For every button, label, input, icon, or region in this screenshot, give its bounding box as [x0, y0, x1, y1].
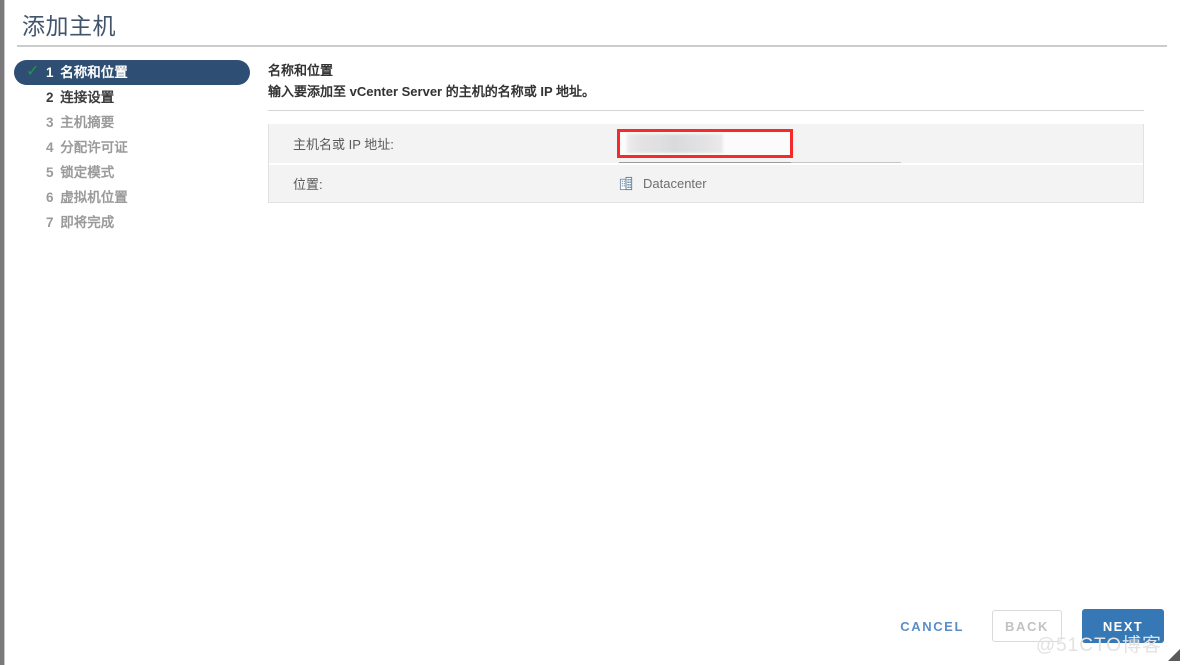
- sidebar-item-vm-location[interactable]: 6 虚拟机位置: [14, 185, 258, 210]
- table-row-location: 位置:: [269, 163, 1143, 202]
- resize-grip-icon[interactable]: [1168, 649, 1180, 661]
- hostname-field-value: [619, 130, 1143, 157]
- hostname-input-wrapper[interactable]: [619, 130, 791, 157]
- step-number: 5: [46, 160, 54, 185]
- header-divider: [17, 45, 1167, 47]
- step-number: 1: [46, 60, 54, 85]
- step-number: 6: [46, 185, 54, 210]
- main-content-pane: 名称和位置 输入要添加至 vCenter Server 的主机的名称或 IP 地…: [268, 62, 1148, 203]
- check-icon: ✓: [26, 64, 42, 80]
- step-label: 主机摘要: [60, 115, 114, 130]
- step-label: 连接设置: [60, 90, 114, 105]
- pane-title: 名称和位置: [268, 62, 1148, 80]
- step-number: 7: [46, 210, 54, 235]
- step-label: 即将完成: [60, 215, 114, 230]
- location-value-text: Datacenter: [643, 176, 707, 191]
- window-left-border: [0, 0, 5, 665]
- pane-divider: [268, 110, 1144, 111]
- add-host-wizard-window: 添加主机 ✓ 1 名称和位置 2 连接设置 3 主机摘要 4 分配许可证 5 锁…: [0, 0, 1184, 665]
- hostname-field-label: 主机名或 IP 地址:: [269, 134, 619, 153]
- sidebar-item-name-and-location[interactable]: ✓ 1 名称和位置: [14, 60, 250, 85]
- pane-subtitle: 输入要添加至 vCenter Server 的主机的名称或 IP 地址。: [268, 83, 1148, 101]
- redaction-overlay: [627, 134, 723, 153]
- sidebar-item-ready-to-complete[interactable]: 7 即将完成: [14, 210, 258, 235]
- cancel-button[interactable]: CANCEL: [892, 613, 972, 640]
- datacenter-icon: [619, 176, 634, 191]
- sidebar-item-host-summary[interactable]: 3 主机摘要: [14, 110, 258, 135]
- step-label: 虚拟机位置: [60, 190, 128, 205]
- step-label: 分配许可证: [60, 140, 128, 155]
- sidebar-item-assign-license[interactable]: 4 分配许可证: [14, 135, 258, 160]
- host-details-form: 主机名或 IP 地址: 位置:: [268, 124, 1144, 203]
- sidebar-item-connection-settings[interactable]: 2 连接设置: [14, 85, 258, 110]
- step-number: 4: [46, 135, 54, 160]
- location-field-value: Datacenter: [619, 176, 1143, 191]
- wizard-step-list: ✓ 1 名称和位置 2 连接设置 3 主机摘要 4 分配许可证 5 锁定模式 6…: [14, 60, 258, 235]
- step-number: 2: [46, 85, 54, 110]
- step-label: 名称和位置: [60, 65, 128, 80]
- location-field-label: 位置:: [269, 174, 619, 193]
- table-row-hostname: 主机名或 IP 地址:: [269, 124, 1143, 163]
- wizard-header: 添加主机: [5, 0, 1184, 44]
- page-title: 添加主机: [22, 7, 116, 41]
- watermark-text: @51CTO博客: [1036, 630, 1162, 657]
- step-label: 锁定模式: [60, 165, 114, 180]
- datacenter-cell: Datacenter: [619, 176, 707, 191]
- sidebar-item-lockdown-mode[interactable]: 5 锁定模式: [14, 160, 258, 185]
- step-number: 3: [46, 110, 54, 135]
